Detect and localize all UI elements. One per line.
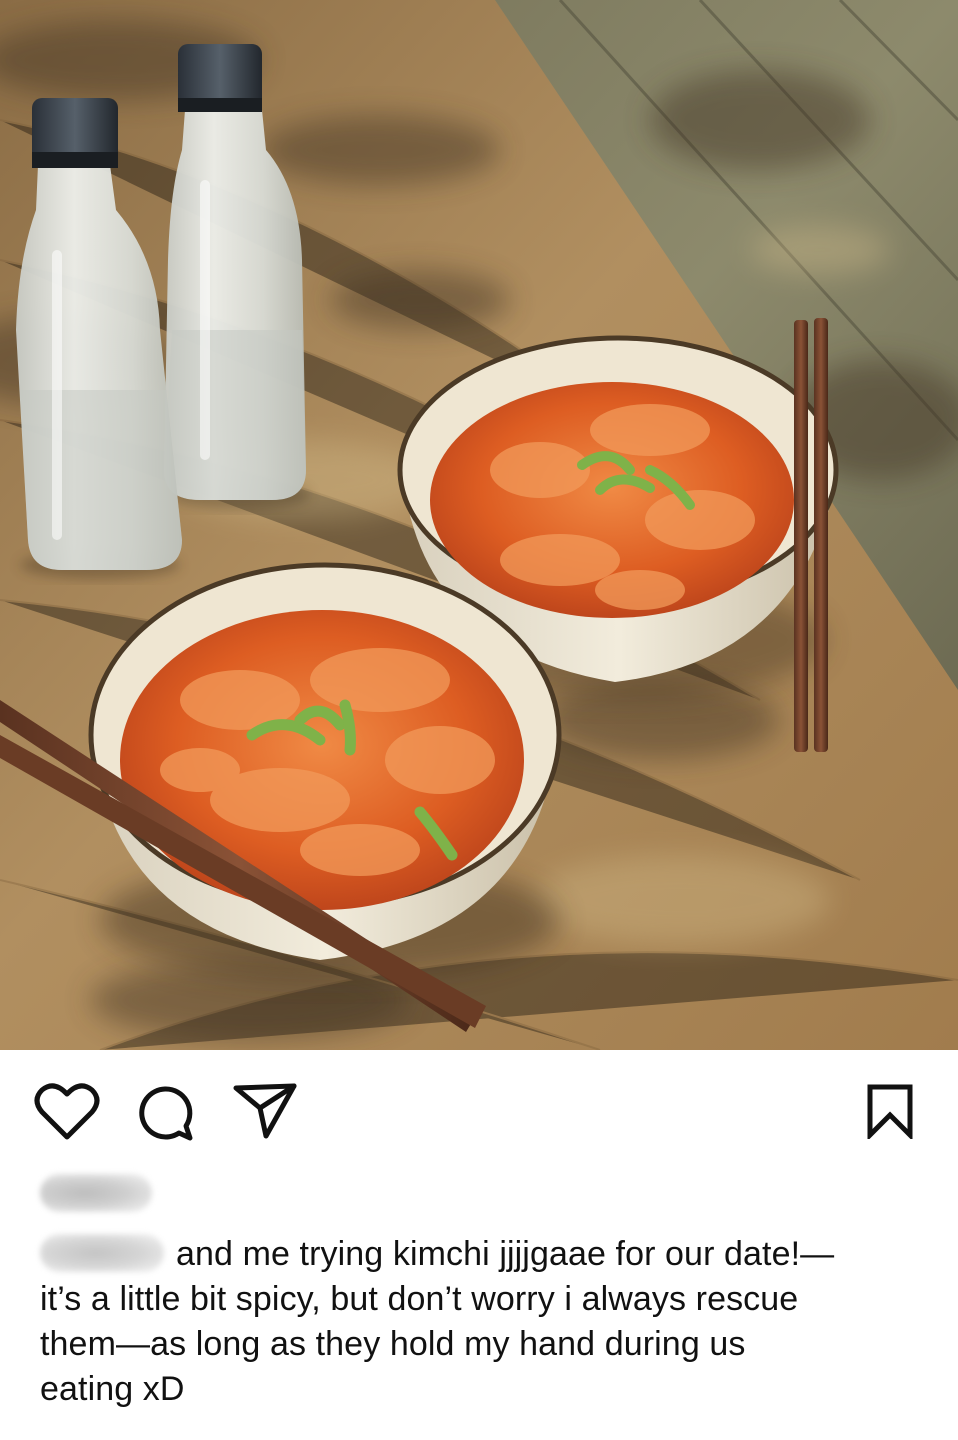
blurred-likes-text xyxy=(40,1174,152,1212)
save-button[interactable] xyxy=(864,1083,916,1139)
heart-icon xyxy=(34,1082,100,1142)
post-caption: and me trying kimchi jjjjgaae for our da… xyxy=(40,1232,920,1412)
like-button[interactable] xyxy=(34,1082,100,1142)
kimchi-stew-photo xyxy=(0,0,958,1050)
caption-line: and me trying kimchi jjjjgaae for our da… xyxy=(40,1232,920,1277)
paper-plane-icon xyxy=(232,1080,298,1140)
instagram-post: and me trying kimchi jjjjgaae for our da… xyxy=(0,0,958,1440)
caption-line: it’s a little bit spicy, but don’t worry… xyxy=(40,1280,799,1318)
caption-text-1: and me trying kimchi jjjjgaae for our da… xyxy=(176,1235,835,1273)
comment-button[interactable] xyxy=(135,1084,195,1144)
caption-line: them—as long as they hold my hand during… xyxy=(40,1325,746,1363)
bookmark-icon xyxy=(864,1083,916,1139)
blurred-username[interactable] xyxy=(40,1234,164,1273)
share-button[interactable] xyxy=(232,1080,298,1140)
post-photo[interactable] xyxy=(0,0,958,1050)
post-action-bar xyxy=(0,1050,958,1170)
caption-line: eating xD xyxy=(40,1370,185,1408)
comment-bubble-icon xyxy=(135,1084,195,1144)
likes-count[interactable] xyxy=(40,1170,340,1216)
